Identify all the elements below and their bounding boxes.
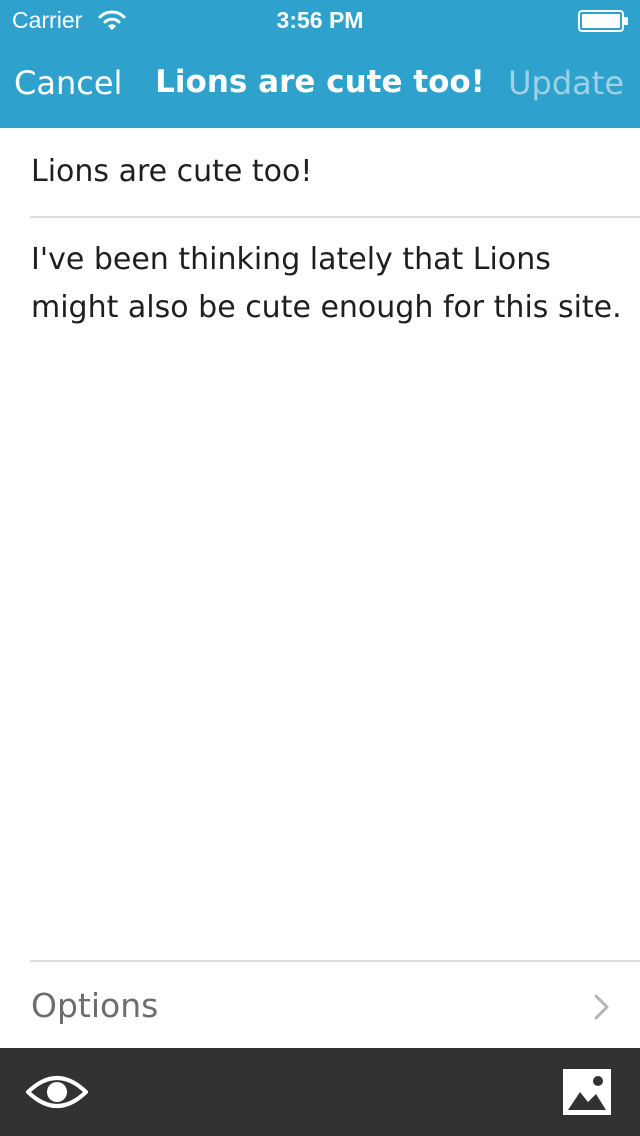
options-label: Options — [31, 986, 159, 1025]
nav-bar: Cancel Lions are cute too! Update — [0, 40, 640, 128]
header: Carrier 3:56 PM Cancel Lions are cute to… — [0, 0, 640, 128]
divider — [30, 216, 640, 218]
options-row[interactable]: Options — [0, 962, 640, 1048]
update-button[interactable]: Update — [508, 64, 624, 102]
battery-icon — [578, 10, 630, 32]
chevron-right-icon — [590, 992, 614, 1022]
status-bar: Carrier 3:56 PM — [0, 0, 640, 40]
eye-icon[interactable] — [24, 1070, 90, 1114]
status-time: 3:56 PM — [276, 7, 364, 33]
post-title-field[interactable]: Lions are cute too! — [31, 150, 621, 194]
post-content-field[interactable]: I've been thinking lately that Lions mig… — [31, 236, 626, 332]
cancel-button[interactable]: Cancel — [14, 64, 122, 102]
image-icon[interactable] — [562, 1068, 612, 1116]
bottom-toolbar — [0, 1048, 640, 1136]
